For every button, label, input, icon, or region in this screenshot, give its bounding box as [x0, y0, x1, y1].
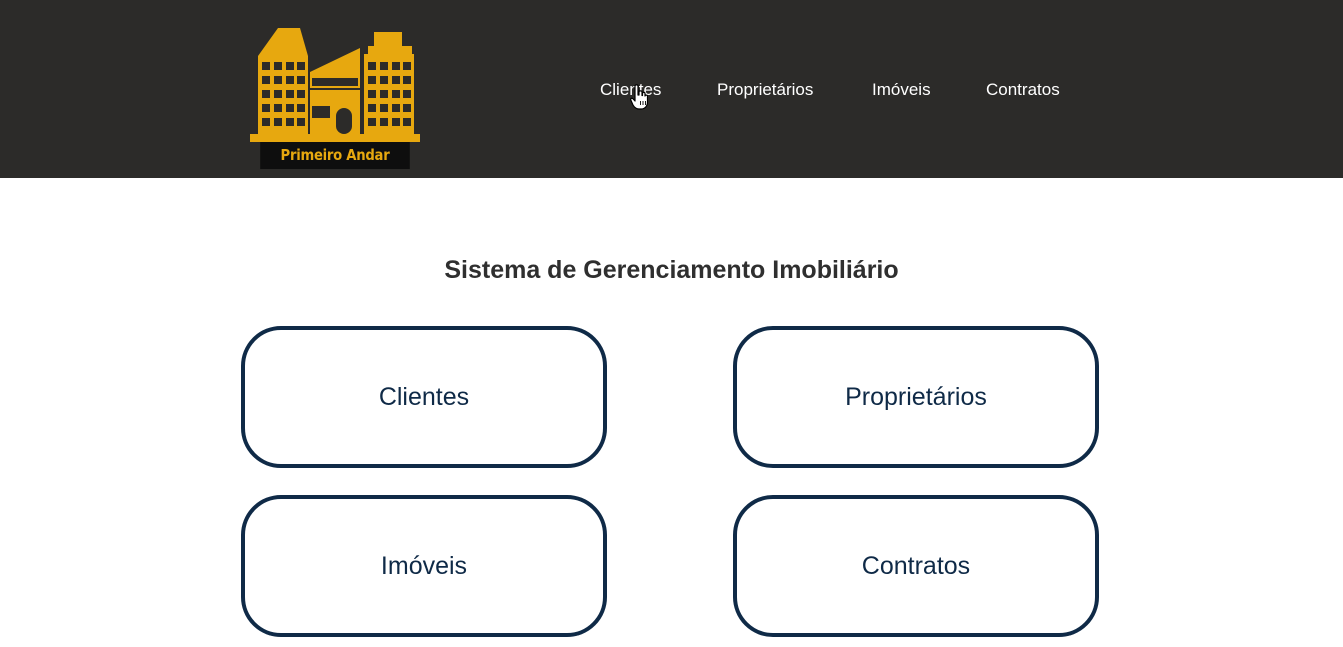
- card-contratos[interactable]: Contratos: [733, 495, 1099, 637]
- top-header: Primeiro Andar Clientes Proprietários Im…: [0, 0, 1343, 178]
- card-clientes[interactable]: Clientes: [241, 326, 607, 468]
- brand-name: Primeiro Andar: [260, 142, 410, 169]
- card-proprietarios[interactable]: Proprietários: [733, 326, 1099, 468]
- nav-link-proprietarios[interactable]: Proprietários: [717, 78, 813, 102]
- hand-cursor-icon: [630, 84, 648, 110]
- main-nav: Clientes Proprietários Imóveis Contratos: [0, 78, 1343, 102]
- nav-link-contratos[interactable]: Contratos: [986, 78, 1060, 102]
- nav-link-imoveis[interactable]: Imóveis: [872, 78, 931, 102]
- card-imoveis[interactable]: Imóveis: [241, 495, 607, 637]
- page-title: Sistema de Gerenciamento Imobiliário: [444, 256, 899, 284]
